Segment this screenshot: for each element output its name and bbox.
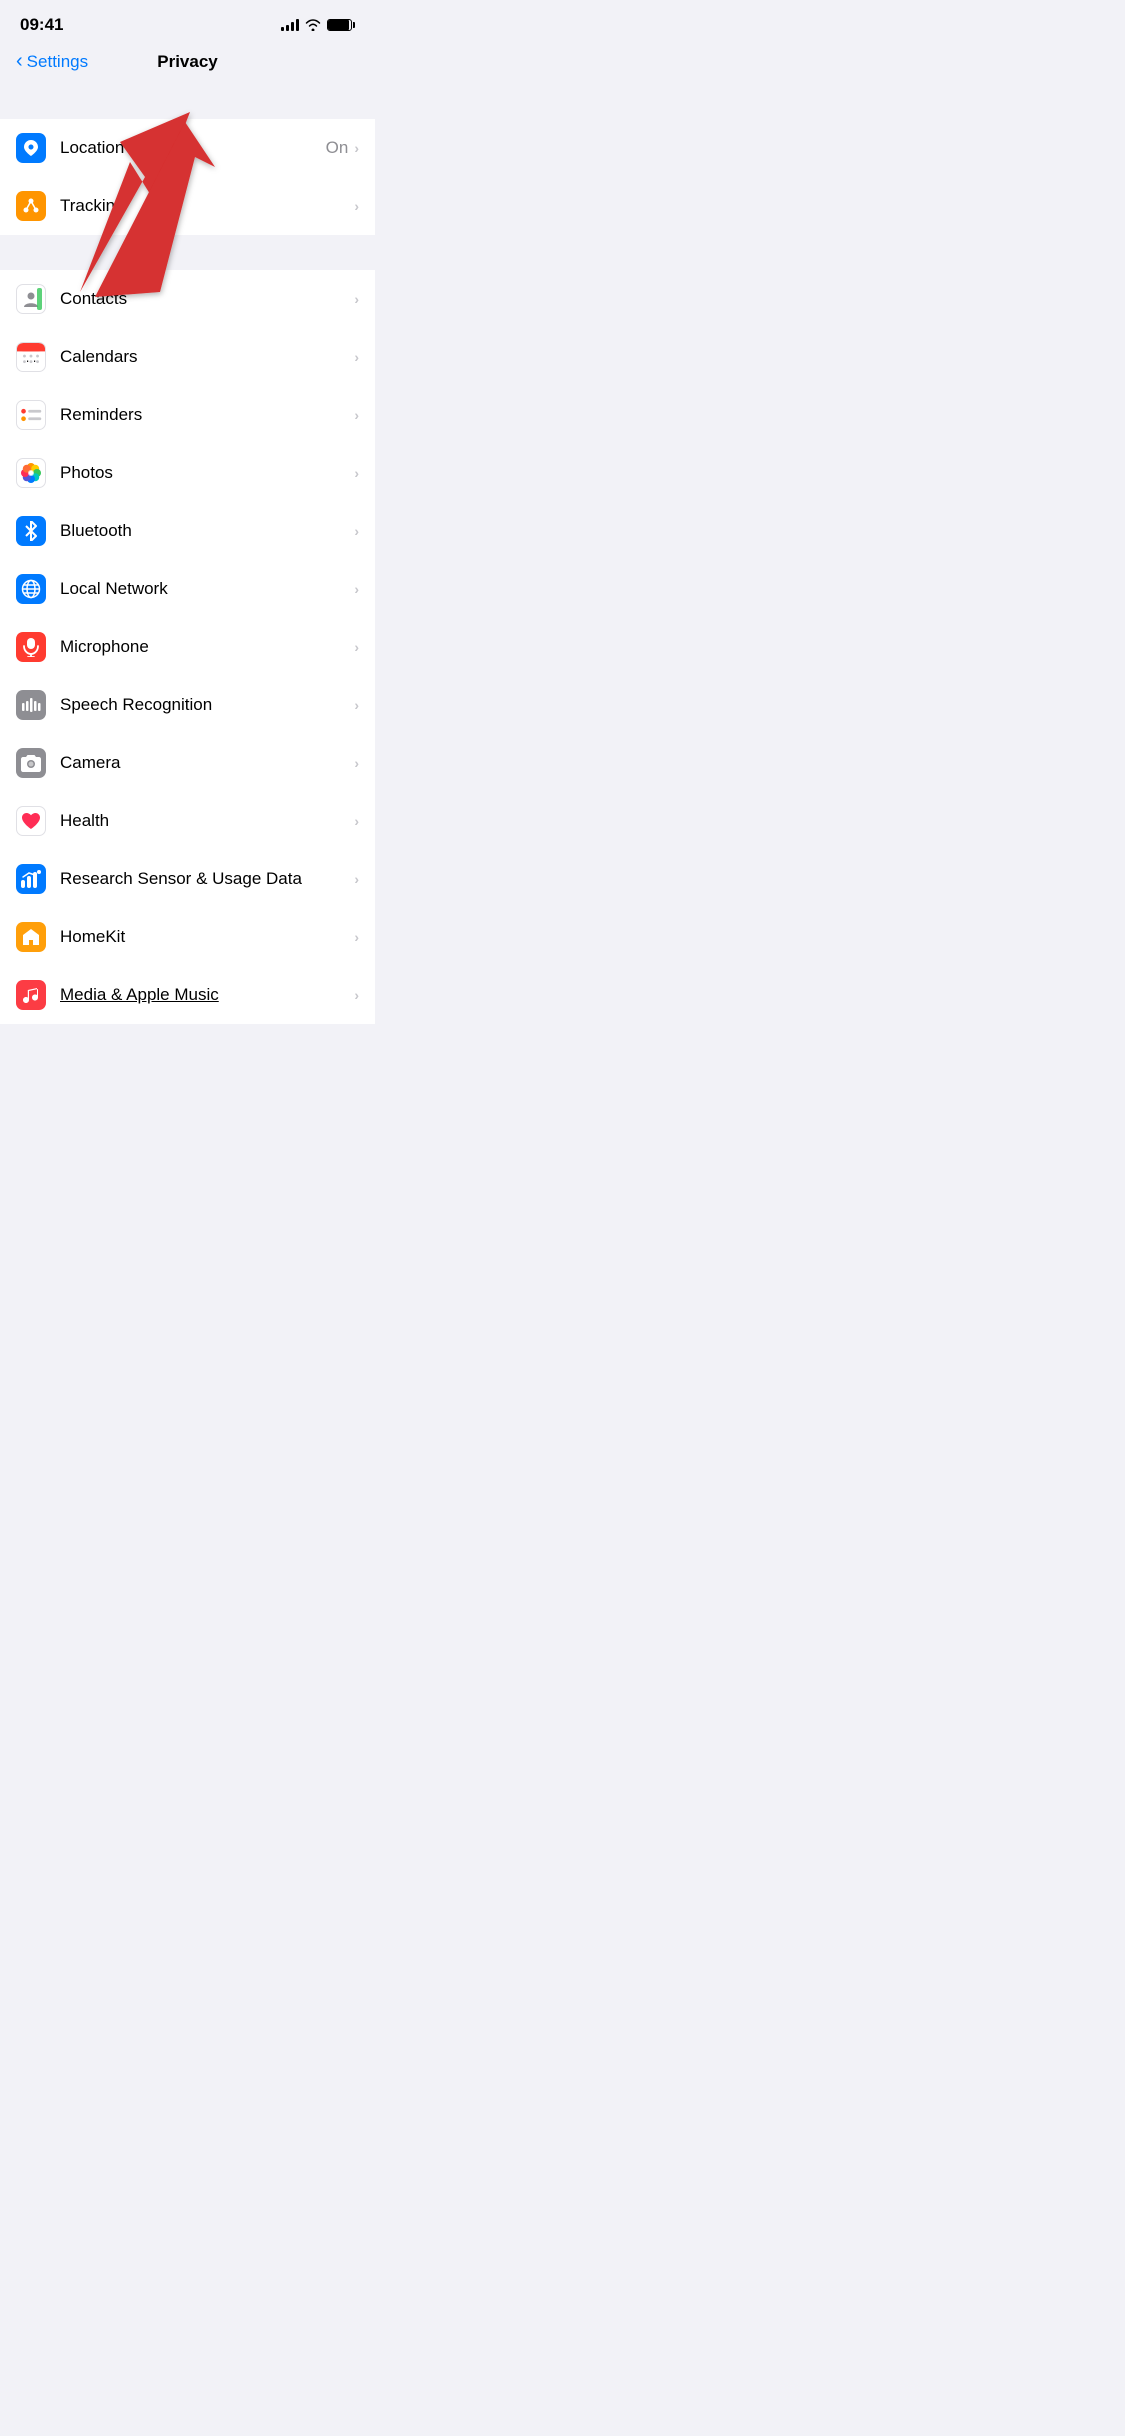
homekit-chevron: › [354, 929, 359, 945]
speech-recognition-item[interactable]: Speech Recognition › [0, 676, 375, 734]
reminders-chevron: › [354, 407, 359, 423]
camera-item[interactable]: Camera › [0, 734, 375, 792]
settings-group-main: Contacts › ⋯ Calendars › [0, 270, 375, 1024]
location-services-label: Location Services [60, 138, 326, 158]
photos-icon [16, 458, 46, 488]
contacts-chevron: › [354, 291, 359, 307]
settings-group-top: Location Services On › Tracking › [0, 119, 375, 235]
speech-recognition-chevron: › [354, 697, 359, 713]
camera-icon [16, 748, 46, 778]
photos-chevron: › [354, 465, 359, 481]
health-item[interactable]: Health › [0, 792, 375, 850]
tracking-item[interactable]: Tracking › [0, 177, 375, 235]
section-gap-top [0, 84, 375, 119]
calendars-item[interactable]: ⋯ Calendars › [0, 328, 375, 386]
status-time: 09:41 [20, 15, 63, 35]
status-bar: 09:41 [0, 0, 375, 44]
microphone-icon [16, 632, 46, 662]
local-network-item[interactable]: Local Network › [0, 560, 375, 618]
camera-label: Camera [60, 753, 354, 773]
calendars-chevron: › [354, 349, 359, 365]
homekit-icon [16, 922, 46, 952]
location-icon [16, 133, 46, 163]
media-label: Media & Apple Music [60, 985, 354, 1005]
media-item[interactable]: Media & Apple Music › [0, 966, 375, 1024]
reminders-label: Reminders [60, 405, 354, 425]
calendars-label: Calendars [60, 347, 354, 367]
status-icons [281, 19, 355, 31]
bluetooth-label: Bluetooth [60, 521, 354, 541]
section-gap-middle [0, 235, 375, 270]
microphone-chevron: › [354, 639, 359, 655]
location-services-item[interactable]: Location Services On › [0, 119, 375, 177]
calendars-icon: ⋯ [16, 342, 46, 372]
health-label: Health [60, 811, 354, 831]
reminders-item[interactable]: Reminders › [0, 386, 375, 444]
signal-icon [281, 19, 299, 31]
contacts-item[interactable]: Contacts › [0, 270, 375, 328]
research-item[interactable]: Research Sensor & Usage Data › [0, 850, 375, 908]
speech-recognition-icon [16, 690, 46, 720]
back-label: Settings [27, 52, 88, 72]
location-services-value: On [326, 138, 349, 158]
microphone-label: Microphone [60, 637, 354, 657]
speech-recognition-label: Speech Recognition [60, 695, 354, 715]
back-chevron-icon: ‹ [16, 50, 23, 73]
local-network-chevron: › [354, 581, 359, 597]
page-title: Privacy [157, 52, 218, 72]
local-network-label: Local Network [60, 579, 354, 599]
location-services-chevron: › [354, 140, 359, 156]
research-chevron: › [354, 871, 359, 887]
reminders-icon [16, 400, 46, 430]
photos-label: Photos [60, 463, 354, 483]
local-network-icon [16, 574, 46, 604]
tracking-chevron: › [354, 198, 359, 214]
media-chevron: › [354, 987, 359, 1003]
tracking-icon [16, 191, 46, 221]
bluetooth-chevron: › [354, 523, 359, 539]
health-icon [16, 806, 46, 836]
research-label: Research Sensor & Usage Data [60, 869, 354, 889]
health-chevron: › [354, 813, 359, 829]
bluetooth-item[interactable]: Bluetooth › [0, 502, 375, 560]
camera-chevron: › [354, 755, 359, 771]
bluetooth-icon [16, 516, 46, 546]
microphone-item[interactable]: Microphone › [0, 618, 375, 676]
homekit-item[interactable]: HomeKit › [0, 908, 375, 966]
media-icon [16, 980, 46, 1010]
back-button[interactable]: ‹ Settings [16, 51, 88, 73]
contacts-label: Contacts [60, 289, 354, 309]
tracking-label: Tracking [60, 196, 354, 216]
contacts-icon [16, 284, 46, 314]
battery-icon [327, 19, 355, 31]
wifi-icon [305, 19, 321, 31]
nav-bar: ‹ Settings Privacy [0, 44, 375, 84]
homekit-label: HomeKit [60, 927, 354, 947]
research-icon [16, 864, 46, 894]
photos-item[interactable]: Photos › [0, 444, 375, 502]
